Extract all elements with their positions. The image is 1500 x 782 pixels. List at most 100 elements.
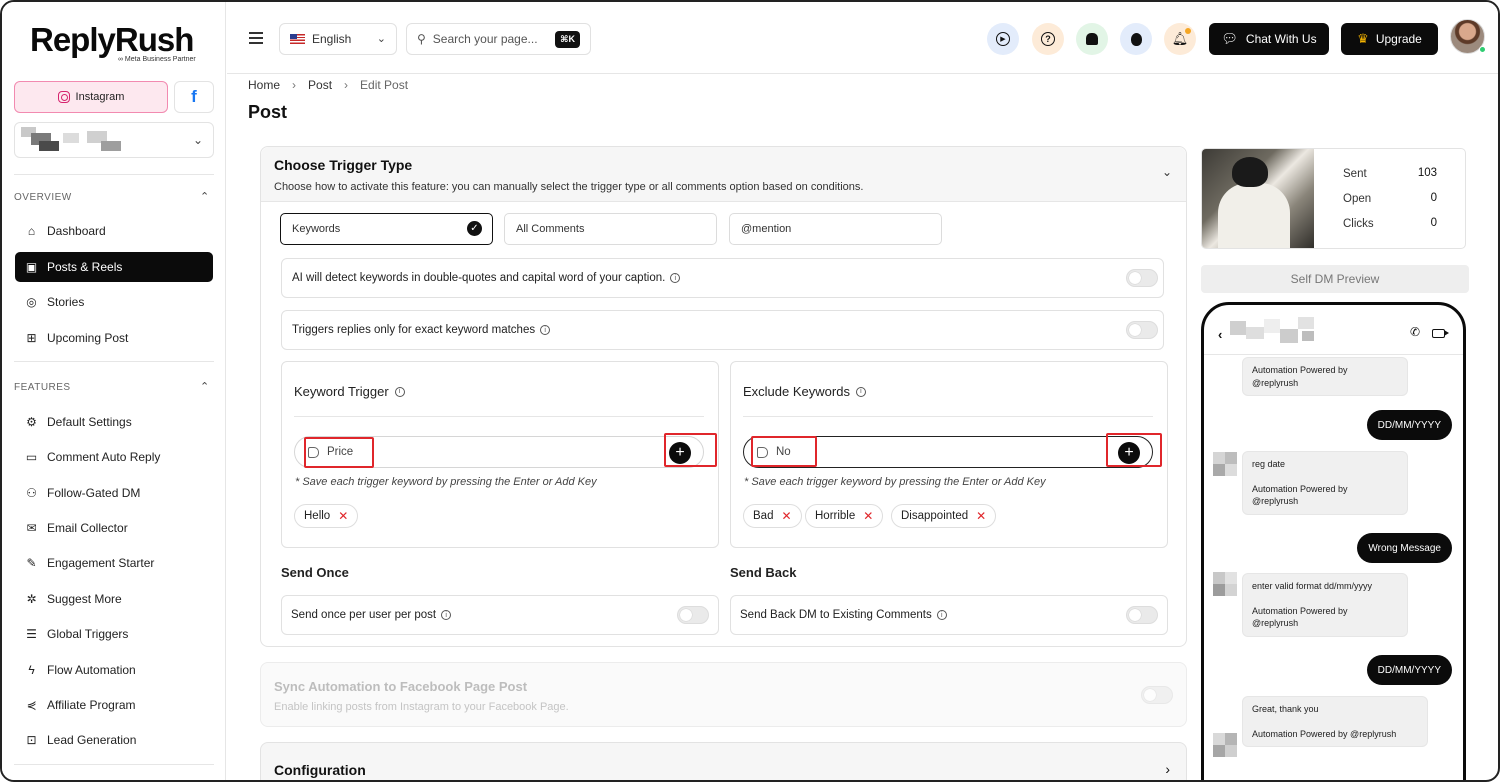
breadcrumb-home[interactable]: Home	[248, 78, 280, 92]
check-circle-icon: ✓	[467, 221, 482, 236]
send-back-toggle[interactable]	[1126, 606, 1158, 624]
pixelated-block	[1298, 317, 1314, 329]
message-text: Automation Powered by @replyrush	[1252, 728, 1397, 739]
info-icon[interactable]: i	[936, 610, 947, 620]
close-icon[interactable]: ✕	[781, 509, 791, 523]
sidebar-item-stories[interactable]: ◎ Stories	[15, 287, 213, 317]
ios-app-button[interactable]	[1120, 23, 1152, 55]
breadcrumb: Home › Post › Edit Post	[248, 78, 408, 92]
trigger-card-header[interactable]: Choose Trigger Type Choose how to activa…	[261, 147, 1186, 202]
chevron-up-icon[interactable]: ⌃	[200, 190, 209, 203]
sidebar: ReplyRush ∞ Meta Business Partner Instag…	[2, 2, 226, 780]
notifications-button[interactable]: 🔔︎	[1164, 23, 1196, 55]
chat-icon: 💬︎	[1221, 31, 1238, 46]
exclude-chip: Disappointed ✕	[891, 504, 997, 528]
chevron-down-icon: ⌄	[376, 33, 386, 45]
search-input[interactable]: ⚲ Search your page... ⌘K	[406, 23, 591, 55]
sidebar-item-posts-reels[interactable]: ▣ Posts & Reels	[15, 252, 213, 282]
message-bubble-incoming: reg date Automation Powered by @replyrus…	[1242, 451, 1408, 515]
sidebar-item-default-settings[interactable]: ⚙ Default Settings	[15, 407, 213, 437]
keyword-trigger-title: Keyword Trigger i	[294, 384, 405, 399]
sidebar-item-label: Affiliate Program	[47, 698, 136, 712]
sidebar-item-email-collector[interactable]: ✉ Email Collector	[15, 513, 213, 543]
chevron-down-icon: ⌄	[192, 133, 203, 147]
instagram-tab-button[interactable]: Instagram	[14, 81, 168, 113]
sent-label: Sent	[1343, 168, 1367, 180]
info-icon[interactable]: i	[540, 325, 551, 335]
sidebar-item-dashboard[interactable]: ⌂ Dashboard	[15, 216, 213, 246]
mail-icon: ✉	[26, 521, 37, 535]
calendar-plus-icon: ⊞	[26, 331, 37, 345]
divider	[14, 361, 214, 362]
account-selector[interactable]: ⌄	[14, 122, 214, 158]
close-icon[interactable]: ✕	[863, 509, 873, 523]
instagram-icon	[57, 91, 70, 103]
phone-call-icon: ✆	[1410, 325, 1421, 339]
send-back-title: Send Back	[730, 565, 797, 580]
pixelated-block	[1264, 319, 1280, 333]
trigger-option-keywords[interactable]: Keywords ✓	[280, 213, 493, 245]
sidebar-item-engagement-starter[interactable]: ✎ Engagement Starter	[15, 548, 213, 578]
message-text: reg date	[1252, 459, 1286, 469]
pixelated-block	[101, 141, 121, 151]
pixelated-block	[39, 141, 59, 151]
lightning-icon: ϟ	[28, 663, 35, 677]
chevron-up-icon[interactable]: ⌃	[200, 380, 209, 393]
info-icon[interactable]: i	[394, 386, 405, 397]
sidebar-item-global-triggers[interactable]: ☰ Global Triggers	[15, 619, 213, 649]
us-flag-icon	[290, 34, 305, 44]
sidebar-item-suggest-more[interactable]: ✲ Suggest More	[15, 584, 213, 614]
upgrade-button[interactable]: ♛ Upgrade	[1341, 23, 1438, 55]
language-value: English	[312, 32, 352, 46]
message-text: @replyrush	[1252, 377, 1299, 388]
chevron-right-icon: ›	[292, 78, 297, 92]
trigger-title: Choose Trigger Type	[274, 157, 413, 173]
hamburger-menu-icon[interactable]	[249, 32, 263, 44]
chevron-right-icon[interactable]: ›	[1165, 761, 1170, 777]
page-title: Post	[248, 102, 288, 122]
message-bubble-incoming: Automation Powered by @replyrush	[1242, 357, 1408, 396]
close-icon[interactable]: ✕	[338, 509, 348, 523]
facebook-tab-button[interactable]: f	[174, 81, 214, 113]
online-status-dot	[1479, 46, 1486, 53]
info-icon[interactable]: i	[670, 273, 681, 283]
upgrade-label: Upgrade	[1375, 32, 1422, 46]
sidebar-item-lead-generation[interactable]: ⊡ Lead Generation	[15, 725, 213, 755]
logo: ReplyRush ∞ Meta Business Partner	[30, 21, 196, 64]
message-bubble-incoming: Great, thank you Automation Powered by @…	[1242, 696, 1428, 747]
brand-name: ReplyRush	[30, 21, 194, 58]
sidebar-item-follow-gated-dm[interactable]: ⚇ Follow-Gated DM	[15, 478, 213, 508]
self-dm-preview-button[interactable]: Self DM Preview	[1201, 265, 1469, 293]
sync-toggle[interactable]	[1141, 686, 1173, 704]
chevron-down-icon[interactable]: ⌄	[1162, 165, 1172, 179]
play-tutorial-button[interactable]: ▶	[987, 23, 1019, 55]
language-select[interactable]: English ⌄	[279, 23, 397, 55]
help-button[interactable]: ?	[1032, 23, 1064, 55]
info-icon[interactable]: i	[855, 386, 866, 397]
sidebar-item-label: Engagement Starter	[47, 556, 155, 570]
exact-match-label: Triggers replies only for exact keyword …	[292, 324, 536, 336]
comment-icon: ▭	[25, 450, 38, 464]
close-icon[interactable]: ✕	[976, 509, 986, 523]
overview-section-label: OVERVIEW	[14, 192, 72, 203]
exclude-keywords-title: Exclude Keywords i	[743, 384, 866, 399]
post-thumbnail[interactable]	[1202, 149, 1314, 248]
sidebar-item-upcoming-post[interactable]: ⊞ Upcoming Post	[15, 323, 213, 353]
exclude-keywords-panel: Exclude Keywords i No + * Save each trig…	[730, 361, 1168, 548]
breadcrumb-post[interactable]: Post	[308, 78, 332, 92]
android-app-button[interactable]	[1076, 23, 1108, 55]
ai-detect-toggle[interactable]	[1126, 269, 1158, 287]
send-once-toggle[interactable]	[677, 606, 709, 624]
trigger-option-all-comments[interactable]: All Comments	[504, 213, 717, 245]
info-icon[interactable]: i	[441, 610, 452, 620]
configuration-card[interactable]: Configuration ›	[260, 742, 1187, 780]
lead-icon: ⊡	[26, 733, 37, 747]
chat-with-us-button[interactable]: 💬︎ Chat With Us	[1209, 23, 1329, 55]
sidebar-item-affiliate-program[interactable]: ⋞ Affiliate Program	[15, 690, 213, 720]
exact-match-toggle[interactable]	[1126, 321, 1158, 339]
sidebar-item-comment-auto-reply[interactable]: ▭ Comment Auto Reply	[15, 442, 213, 472]
trigger-option-mention[interactable]: @mention	[729, 213, 942, 245]
sidebar-item-flow-automation[interactable]: ϟ Flow Automation	[15, 655, 213, 685]
notification-dot	[1185, 28, 1191, 34]
facebook-icon: f	[191, 87, 197, 106]
